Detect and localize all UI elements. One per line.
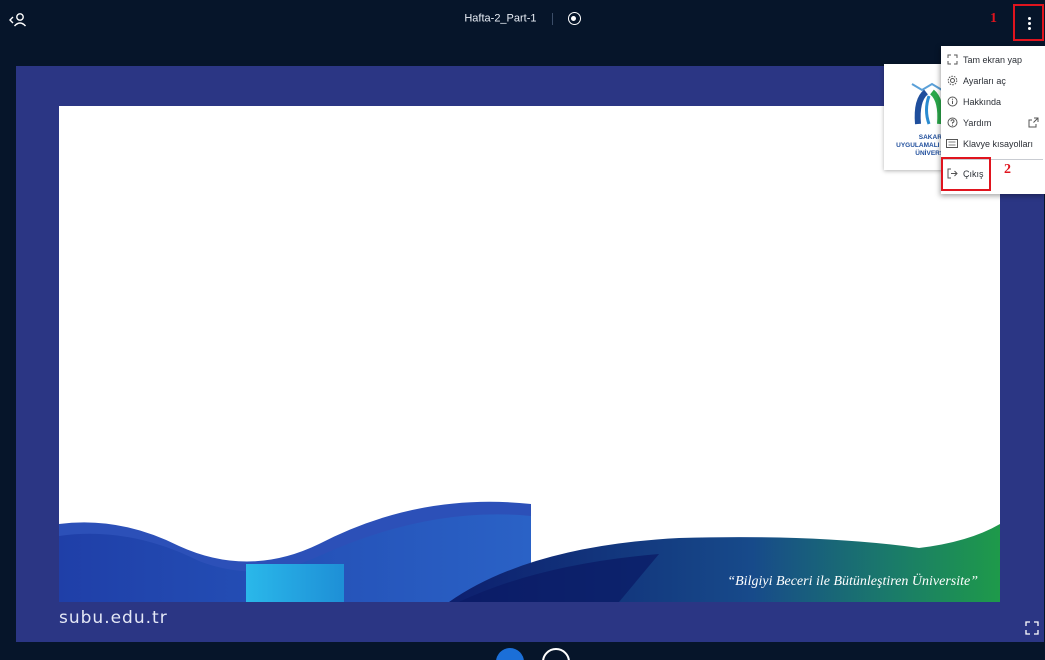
annotation-step-2: 2 xyxy=(1004,162,1011,177)
top-bar: Hafta-2_Part-1 1 xyxy=(0,0,1045,42)
menu-item-label: Yardım xyxy=(963,117,992,128)
menu-item-keyboard-shortcuts[interactable]: Klavye kısayolları xyxy=(941,133,1045,154)
play-button[interactable] xyxy=(496,648,524,660)
record-icon[interactable] xyxy=(567,12,581,25)
more-options-button[interactable] xyxy=(1013,4,1044,41)
external-link-icon xyxy=(1028,117,1039,130)
logo-text-line-1: SAKARY xyxy=(918,134,946,141)
menu-item-label: Tam ekran yap xyxy=(963,54,1023,65)
help-icon xyxy=(946,117,958,129)
menu-item-help[interactable]: Yardım xyxy=(941,112,1045,133)
slide-wave-graphic xyxy=(59,501,1000,602)
site-url: subu.edu.tr xyxy=(59,608,168,628)
menu-item-settings[interactable]: Ayarları aç xyxy=(941,70,1045,91)
info-icon xyxy=(946,96,958,108)
fullscreen-icon xyxy=(1025,621,1039,635)
record-toggle-button[interactable] xyxy=(542,648,570,660)
gear-icon xyxy=(946,75,958,87)
keyboard-icon xyxy=(946,138,958,150)
fullscreen-icon xyxy=(946,54,958,66)
annotation-exit-highlight xyxy=(941,157,991,191)
logo-text-line-2: UYGULAMALI B xyxy=(896,142,946,149)
slide-content: “Bilgiyi Beceri ile Bütünleştiren Üniver… xyxy=(59,106,1000,602)
playback-controls xyxy=(496,648,576,660)
annotation-step-1: 1 xyxy=(990,11,997,26)
slide-tagline: “Bilgiyi Beceri ile Bütünleştiren Üniver… xyxy=(727,574,978,589)
menu-item-fullscreen[interactable]: Tam ekran yap xyxy=(941,49,1045,70)
page-title: Hafta-2_Part-1 xyxy=(464,12,537,25)
menu-item-about[interactable]: Hakkında xyxy=(941,91,1045,112)
menu-item-label: Klavye kısayolları xyxy=(963,138,1034,149)
fullscreen-button[interactable] xyxy=(1024,620,1040,636)
title-divider xyxy=(551,12,553,25)
logo-text-line-3: ÜNİVERSİ xyxy=(915,150,946,157)
menu-item-label: Ayarları aç xyxy=(963,75,1006,86)
menu-item-label: Hakkında xyxy=(963,96,1002,107)
